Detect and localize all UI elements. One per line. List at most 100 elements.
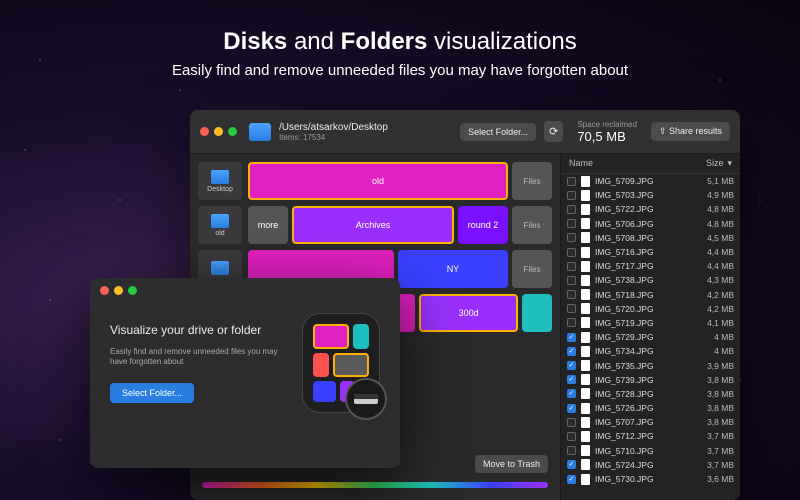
file-row[interactable]: IMG_5718.JPG4,2 MB — [561, 288, 740, 302]
file-icon — [581, 190, 590, 201]
file-icon — [581, 232, 590, 243]
share-results-button[interactable]: ⇪ Share results — [651, 122, 730, 141]
file-icon — [581, 176, 590, 187]
viz-files-segment[interactable]: Files — [512, 250, 552, 288]
file-row[interactable]: IMG_5734.JPG 4 MB — [561, 344, 740, 358]
select-folder-button[interactable]: Select Folder... — [460, 123, 536, 141]
file-row[interactable]: IMG_5724.JPG3,7 MB — [561, 458, 740, 472]
file-name: IMG_5709.JPG — [595, 176, 689, 186]
file-size: 3,8 MB — [694, 417, 734, 427]
file-name: IMG_5738.JPG — [595, 275, 689, 285]
file-row[interactable]: IMG_5728.JPG3,8 MB — [561, 387, 740, 401]
file-list-header[interactable]: Name Size ▾ — [561, 154, 740, 174]
viz-segment[interactable]: more — [248, 206, 288, 244]
file-icon — [581, 431, 590, 442]
viz-files-segment[interactable]: Files — [512, 162, 552, 200]
file-name: IMG_5707.JPG — [595, 417, 689, 427]
checkbox[interactable] — [567, 333, 576, 342]
file-row[interactable]: IMG_5708.JPG 4,5 MB — [561, 231, 740, 245]
window-controls[interactable] — [90, 278, 400, 303]
file-row[interactable]: IMG_5729.JPG4 MB — [561, 330, 740, 344]
minimize-icon[interactable] — [214, 127, 223, 136]
file-icon — [581, 346, 590, 357]
checkbox[interactable] — [567, 389, 576, 398]
file-row[interactable]: IMG_5703.JPG4,9 MB — [561, 188, 740, 202]
file-row[interactable]: IMG_5722.JPG4,8 MB — [561, 202, 740, 216]
checkbox[interactable] — [567, 276, 576, 285]
checkbox[interactable] — [567, 233, 576, 242]
space-reclaimed: Space reclaimed 70,5 MB — [571, 120, 643, 144]
checkbox[interactable] — [567, 290, 576, 299]
zoom-icon[interactable] — [128, 286, 137, 295]
move-to-trash-button[interactable]: Move to Trash — [475, 455, 548, 473]
folder-tile[interactable]: old — [198, 206, 242, 244]
checkbox[interactable] — [567, 404, 576, 413]
viz-segment[interactable]: old — [248, 162, 508, 200]
file-row[interactable]: IMG_5738.JPG4,3 MB — [561, 273, 740, 287]
file-name: IMG_5734.JPG — [595, 346, 689, 356]
file-size: 4 MB — [694, 346, 734, 356]
file-row[interactable]: IMG_5710.JPG3,7 MB — [561, 444, 740, 458]
file-row[interactable]: IMG_5735.JPG3,9 MB — [561, 358, 740, 372]
viz-segment[interactable]: Archives — [292, 206, 454, 244]
close-icon[interactable] — [200, 127, 209, 136]
chevron-down-icon[interactable]: ▾ — [727, 158, 732, 169]
app-icon — [302, 313, 380, 413]
zoom-icon[interactable] — [228, 127, 237, 136]
file-size: 3,7 MB — [694, 460, 734, 470]
file-row[interactable]: IMG_5707.JPG 3,8 MB — [561, 415, 740, 429]
checkbox[interactable] — [567, 418, 576, 427]
file-row[interactable]: IMG_5709.JPG5,1 MB — [561, 174, 740, 188]
welcome-select-folder-button[interactable]: Select Folder... — [110, 383, 194, 403]
checkbox[interactable] — [567, 446, 576, 455]
file-size: 4,5 MB — [694, 233, 734, 243]
window-controls[interactable] — [200, 127, 237, 136]
close-icon[interactable] — [100, 286, 109, 295]
file-name: IMG_5708.JPG — [595, 233, 689, 243]
titlebar: /Users/atsarkov/Desktop Items: 17534 Sel… — [190, 110, 740, 154]
file-row[interactable]: IMG_5720.JPG4,2 MB — [561, 302, 740, 316]
file-row[interactable]: IMG_5726.JPG3,8 MB — [561, 401, 740, 415]
checkbox[interactable] — [567, 177, 576, 186]
checkbox[interactable] — [567, 304, 576, 313]
file-icon — [581, 374, 590, 385]
file-name: IMG_5706.JPG — [595, 219, 689, 229]
file-row[interactable]: IMG_5719.JPG4,1 MB — [561, 316, 740, 330]
file-size: 4,2 MB — [694, 304, 734, 314]
checkbox[interactable] — [567, 205, 576, 214]
file-row[interactable]: IMG_5712.JPG3,7 MB — [561, 429, 740, 443]
minimize-icon[interactable] — [114, 286, 123, 295]
file-size: 4,1 MB — [694, 318, 734, 328]
checkbox[interactable] — [567, 262, 576, 271]
file-size: 3,6 MB — [694, 474, 734, 484]
viz-files-segment[interactable]: Files — [512, 206, 552, 244]
checkbox[interactable] — [567, 248, 576, 257]
color-spectrum — [202, 482, 548, 488]
checkbox[interactable] — [567, 475, 576, 484]
viz-segment[interactable]: NY — [398, 250, 508, 288]
viz-segment[interactable]: 300d — [419, 294, 518, 332]
item-count: Items: 17534 — [279, 133, 452, 142]
viz-segment[interactable]: round 2 — [458, 206, 508, 244]
checkbox[interactable] — [567, 375, 576, 384]
file-row[interactable]: IMG_5717.JPG4,4 MB — [561, 259, 740, 273]
checkbox[interactable] — [567, 361, 576, 370]
refresh-button[interactable] — [544, 121, 563, 142]
checkbox[interactable] — [567, 460, 576, 469]
file-row[interactable]: IMG_5706.JPG4,8 MB — [561, 217, 740, 231]
file-row[interactable]: IMG_5730.JPG3,6 MB — [561, 472, 740, 486]
file-icon — [581, 204, 590, 215]
checkbox[interactable] — [567, 347, 576, 356]
checkbox[interactable] — [567, 191, 576, 200]
viz-row[interactable]: oldmoreArchivesround 2Files — [198, 206, 552, 244]
folder-tile[interactable]: Desktop — [198, 162, 242, 200]
viz-row[interactable]: DesktopoldFiles — [198, 162, 552, 200]
checkbox[interactable] — [567, 318, 576, 327]
file-icon — [581, 459, 590, 470]
file-row[interactable]: IMG_5716.JPG4,4 MB — [561, 245, 740, 259]
checkbox[interactable] — [567, 219, 576, 228]
viz-segment[interactable] — [522, 294, 552, 332]
checkbox[interactable] — [567, 432, 576, 441]
file-row[interactable]: IMG_5739.JPG3,8 MB — [561, 373, 740, 387]
welcome-body-text: Easily find and remove unneeded files yo… — [110, 347, 284, 368]
